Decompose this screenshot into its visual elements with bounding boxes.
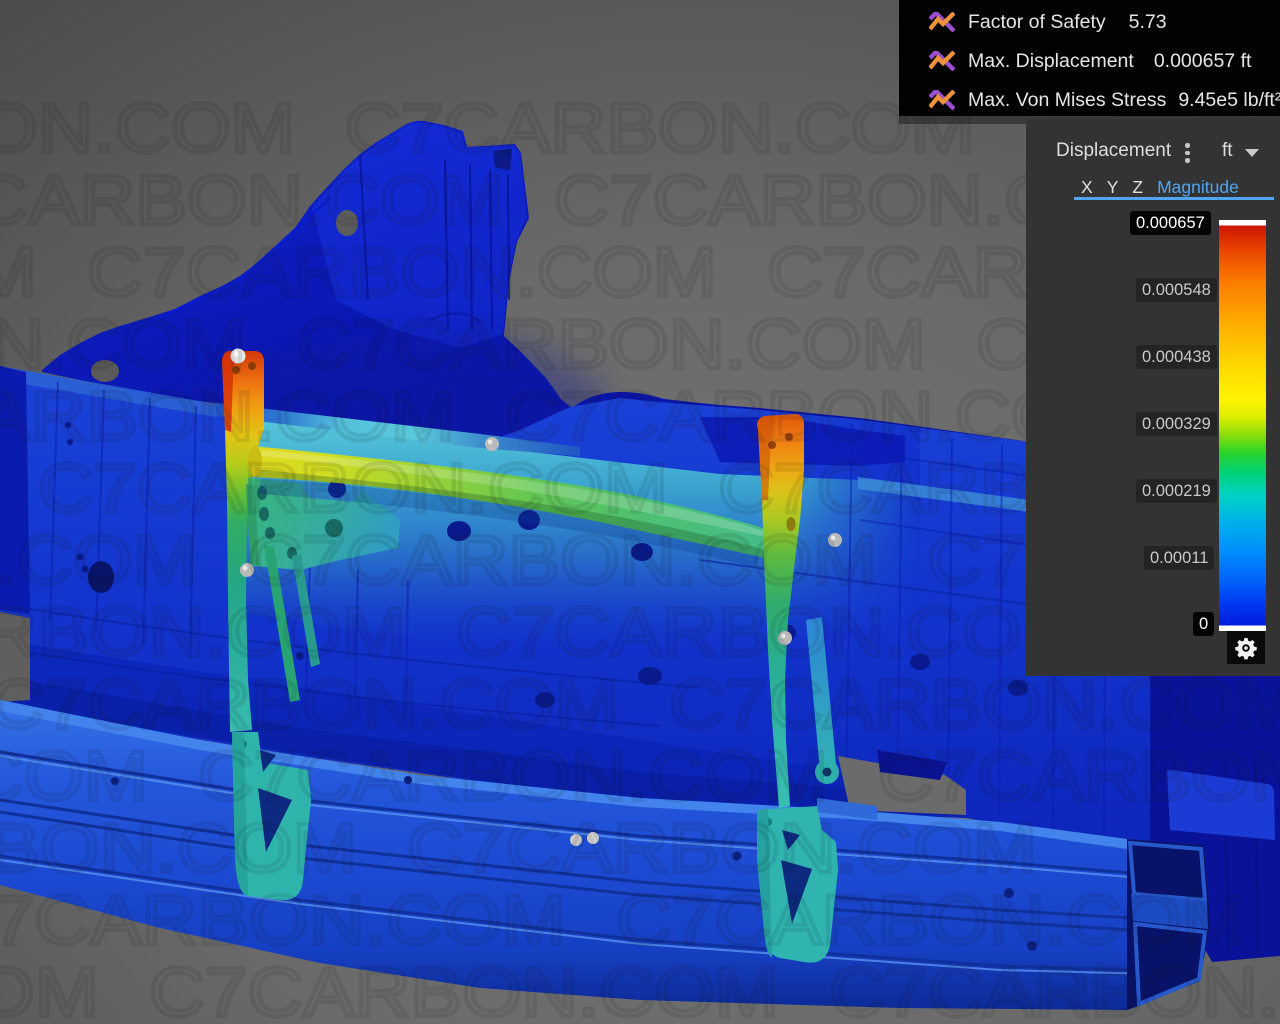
svg-text:C7CARBON.COM: C7CARBON.COM bbox=[616, 881, 1246, 959]
svg-text:C7CARBON.COM: C7CARBON.COM bbox=[878, 737, 1280, 815]
svg-text:C7CARBON.COM: C7CARBON.COM bbox=[247, 521, 877, 599]
svg-text:C7CARBON.COM: C7CARBON.COM bbox=[0, 953, 99, 1024]
svg-text:C7CARBON.COM: C7CARBON.COM bbox=[0, 593, 406, 671]
svg-text:C7CARBON.COM: C7CARBON.COM bbox=[296, 305, 926, 383]
svg-text:C7CARBON.COM: C7CARBON.COM bbox=[829, 953, 1280, 1024]
svg-text:C7CARBON.COM: C7CARBON.COM bbox=[38, 449, 668, 527]
svg-text:C7CARBON.COM: C7CARBON.COM bbox=[456, 593, 1086, 671]
svg-text:C7CARBON.COM: C7CARBON.COM bbox=[0, 881, 566, 959]
svg-text:C7CARBON.COM: C7CARBON.COM bbox=[0, 377, 455, 455]
svg-text:C7CARBON.COM: C7CARBON.COM bbox=[149, 953, 779, 1024]
svg-text:C7CARBON.COM: C7CARBON.COM bbox=[345, 89, 975, 167]
svg-text:C7CARBON.COM: C7CARBON.COM bbox=[87, 233, 717, 311]
svg-text:C7CARBON.COM: C7CARBON.COM bbox=[669, 665, 1280, 743]
svg-text:C7CARBON.COM: C7CARBON.COM bbox=[0, 809, 357, 887]
svg-text:C7CARBON.COM: C7CARBON.COM bbox=[198, 737, 828, 815]
svg-text:C7CARBON.COM: C7CARBON.COM bbox=[0, 305, 246, 383]
svg-text:C7CARBON.COM: C7CARBON.COM bbox=[407, 809, 1037, 887]
svg-text:C7CARBON.COM: C7CARBON.COM bbox=[0, 521, 197, 599]
svg-text:C7CARBON.COM: C7CARBON.COM bbox=[0, 737, 148, 815]
svg-text:C7CARBON.COM: C7CARBON.COM bbox=[0, 161, 504, 239]
svg-text:C7CARBON.COM: C7CARBON.COM bbox=[0, 233, 37, 311]
svg-text:C7CARBON.COM: C7CARBON.COM bbox=[0, 665, 619, 743]
svg-text:C7CARBON.COM: C7CARBON.COM bbox=[0, 89, 295, 167]
